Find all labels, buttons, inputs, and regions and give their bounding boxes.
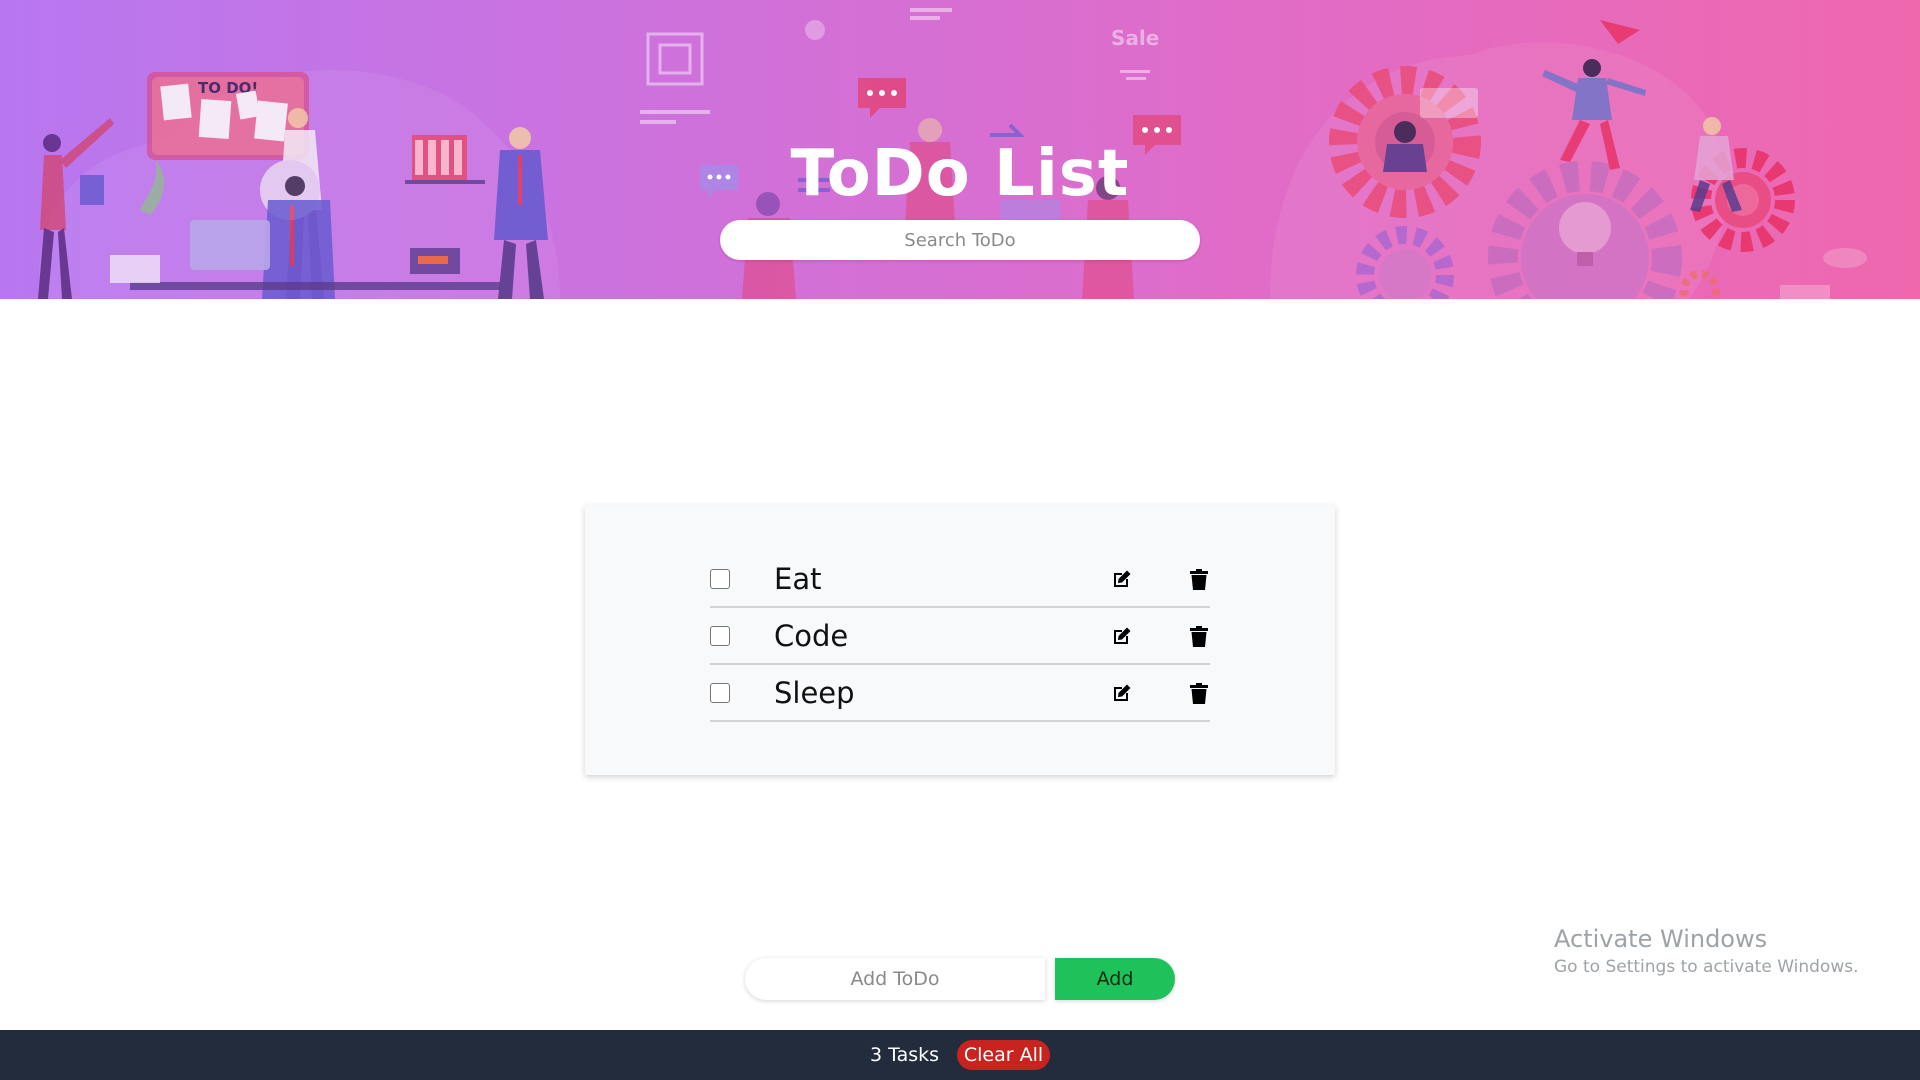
trash-icon[interactable] [1187,624,1211,648]
todo-item: Code [710,608,1210,665]
page-title: ToDo List [790,137,1130,211]
todo-text: Eat [774,562,822,596]
clear-all-button[interactable]: Clear All [957,1040,1050,1070]
header-banner: TO DO! Sale ToDo List Search ToDo [0,0,1920,299]
todo-checkbox[interactable] [710,626,730,646]
watermark-subtitle: Go to Settings to activate Windows. [1554,957,1859,977]
search-input[interactable] [720,220,1200,260]
edit-icon[interactable] [1110,567,1134,591]
todo-text: Code [774,619,849,653]
todo-item: Sleep [710,665,1210,722]
todo-checkbox[interactable] [710,569,730,589]
add-button[interactable]: Add [1055,958,1175,1000]
sale-label: Sale [1111,26,1159,50]
todo-list: Eat Code Sleep [710,551,1210,722]
todo-checkbox[interactable] [710,683,730,703]
task-count: 3 Tasks [870,1044,940,1066]
trash-icon[interactable] [1187,567,1211,591]
todo-card: Eat Code Sleep [585,505,1335,775]
trash-icon[interactable] [1187,681,1211,705]
edit-icon[interactable] [1110,681,1134,705]
watermark-title: Activate Windows [1554,925,1768,953]
footer-bar: 3 Tasks Clear All [0,1030,1920,1080]
activate-windows-watermark: Activate Windows Go to Settings to activ… [1554,924,1859,980]
edit-icon[interactable] [1110,624,1134,648]
todo-item: Eat [710,551,1210,608]
add-todo-input[interactable] [745,958,1045,1000]
todo-text: Sleep [774,676,855,710]
